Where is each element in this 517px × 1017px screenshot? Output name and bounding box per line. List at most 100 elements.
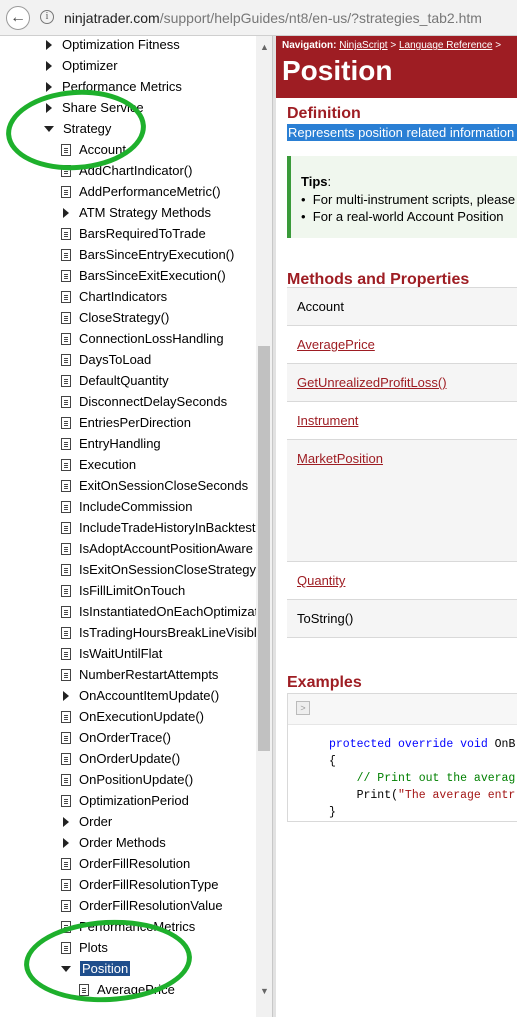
toc-item-label: OnExecutionUpdate() [79, 709, 205, 724]
copy-code-icon[interactable]: > [296, 701, 310, 715]
toc-item[interactable]: Optimization Fitness [44, 36, 180, 55]
toc-item-label: AddPerformanceMetric() [79, 184, 221, 199]
page-icon [61, 437, 71, 450]
method-link[interactable]: Quantity [297, 573, 345, 588]
breadcrumb-language-reference[interactable]: Language Reference [399, 40, 492, 51]
expand-arrow-icon[interactable] [63, 837, 69, 848]
scroll-down-icon[interactable]: ▼ [260, 986, 269, 996]
toc-item-label: Execution [79, 457, 137, 472]
toc-item-label: BarsSinceExitExecution() [79, 268, 226, 283]
page-icon [61, 647, 71, 660]
expand-arrow-icon[interactable] [63, 207, 69, 218]
toc-item-label: NumberRestartAttempts [79, 667, 219, 682]
toc-item[interactable]: IsTradingHoursBreakLineVisible [61, 623, 256, 643]
toc-item[interactable]: AddPerformanceMetric() [61, 182, 221, 202]
toc-item[interactable]: ChartIndicators [61, 287, 167, 307]
expand-arrow-icon[interactable] [46, 39, 52, 50]
toc-item[interactable]: IsExitOnSessionCloseStrategy [61, 560, 256, 580]
url-text[interactable]: ninjatrader.com/support/helpGuides/nt8/e… [64, 10, 482, 26]
toc-item[interactable]: OnPositionUpdate() [61, 770, 193, 790]
toc-item[interactable]: DefaultQuantity [61, 371, 169, 391]
page-icon [61, 269, 71, 282]
code-toolbar: > [288, 694, 517, 725]
methods-row: ToString() [287, 600, 517, 638]
breadcrumb-ninjascript[interactable]: NinjaScript [339, 40, 387, 51]
back-arrow-icon[interactable]: ← [6, 6, 30, 30]
page-icon [61, 416, 71, 429]
toc-item-label: DisconnectDelaySeconds [79, 394, 228, 409]
toc-item[interactable]: OnOrderTrace() [61, 728, 171, 748]
scroll-thumb[interactable] [258, 346, 270, 751]
toc-item[interactable]: ExitOnSessionCloseSeconds [61, 476, 248, 496]
scroll-up-icon[interactable]: ▲ [260, 42, 269, 52]
toc-item-label: EntriesPerDirection [79, 415, 191, 430]
expand-arrow-icon[interactable] [46, 81, 52, 92]
toc-item[interactable]: CloseStrategy() [61, 308, 169, 328]
method-link[interactable]: AveragePrice [297, 337, 375, 352]
toc-item[interactable]: OrderFillResolution [61, 854, 190, 874]
tip-item: • For multi-instrument scripts, please [301, 192, 516, 207]
breadcrumb-prefix: Navigation: [282, 40, 337, 51]
toc-item[interactable]: EntriesPerDirection [61, 413, 191, 433]
toc-item[interactable]: IsInstantiatedOnEachOptimizationIteratio… [61, 602, 256, 622]
toc-item[interactable]: IncludeCommission [61, 497, 192, 517]
code-example: > protected override void OnB { // Print… [287, 693, 517, 822]
info-icon[interactable]: i [40, 10, 54, 24]
toc-item[interactable]: Execution [61, 455, 136, 475]
toc-item[interactable]: IncludeTradeHistoryInBacktest [61, 518, 256, 538]
toc-scrollbar[interactable]: ▲ ▼ [256, 36, 272, 1017]
toc-item[interactable]: BarsSinceExitExecution() [61, 266, 226, 286]
method-label: ToString() [297, 611, 354, 626]
toc-item-label: ConnectionLossHandling [79, 331, 224, 346]
expand-arrow-icon[interactable] [46, 60, 52, 71]
methods-row: Account [287, 288, 517, 326]
page-icon [61, 857, 71, 870]
examples-heading: Examples [287, 674, 362, 691]
toc-item-label: OnPositionUpdate() [79, 772, 194, 787]
toc-item[interactable]: BarsRequiredToTrade [61, 224, 206, 244]
method-link[interactable]: Instrument [297, 413, 358, 428]
address-bar[interactable]: ← i ninjatrader.com/support/helpGuides/n… [0, 0, 517, 36]
toc-item[interactable]: IsAdoptAccountPositionAware [61, 539, 253, 559]
toc-item-label: Order Methods [79, 835, 166, 850]
toc-item[interactable]: DisconnectDelaySeconds [61, 392, 227, 412]
method-link[interactable]: MarketPosition [297, 451, 383, 466]
toc-item[interactable]: Order [61, 812, 112, 832]
page-icon [61, 584, 71, 597]
page-icon [61, 878, 71, 891]
toc-tree: Optimization Fitness Optimizer Performance… [0, 36, 256, 1017]
toc-item[interactable]: EntryHandling [61, 434, 161, 454]
page-icon [61, 500, 71, 513]
tip-item: • For a real-world Account Position [301, 209, 504, 224]
method-link[interactable]: GetUnrealizedProfitLoss() [297, 375, 447, 390]
toc-item[interactable]: BarsSinceEntryExecution() [61, 245, 234, 265]
page-icon [61, 710, 71, 723]
page-icon [61, 521, 71, 534]
toc-item[interactable]: OnOrderUpdate() [61, 749, 180, 769]
page-icon [61, 395, 71, 408]
toc-item-label: ExitOnSessionCloseSeconds [79, 478, 249, 493]
expand-arrow-icon[interactable] [63, 690, 69, 701]
toc-item[interactable]: OptimizationPeriod [61, 791, 189, 811]
expand-arrow-icon[interactable] [63, 816, 69, 827]
toc-item[interactable]: OrderFillResolutionType [61, 875, 218, 895]
toc-item[interactable]: IsFillLimitOnTouch [61, 581, 185, 601]
methods-row: GetUnrealizedProfitLoss() [287, 364, 517, 402]
toc-item[interactable]: OrderFillResolutionValue [61, 896, 223, 916]
toc-item[interactable]: IsWaitUntilFlat [61, 644, 162, 664]
methods-row: AveragePrice [287, 326, 517, 364]
page-icon [61, 185, 71, 198]
toc-item-label: OnAccountItemUpdate() [79, 688, 220, 703]
toc-item[interactable]: OnExecutionUpdate() [61, 707, 204, 727]
toc-item[interactable]: Optimizer [44, 56, 118, 76]
toc-item[interactable]: DaysToLoad [61, 350, 151, 370]
toc-item-label: OrderFillResolutionType [79, 877, 219, 892]
toc-item[interactable]: NumberRestartAttempts [61, 665, 218, 685]
page-icon [61, 899, 71, 912]
toc-item[interactable]: OnAccountItemUpdate() [61, 686, 219, 706]
toc-item[interactable]: ConnectionLossHandling [61, 329, 224, 349]
toc-item[interactable]: ATM Strategy Methods [61, 203, 211, 223]
toc-item[interactable]: Order Methods [61, 833, 166, 853]
toc-item-label: BarsRequiredToTrade [79, 226, 206, 241]
toc-item-label: DefaultQuantity [79, 373, 169, 388]
